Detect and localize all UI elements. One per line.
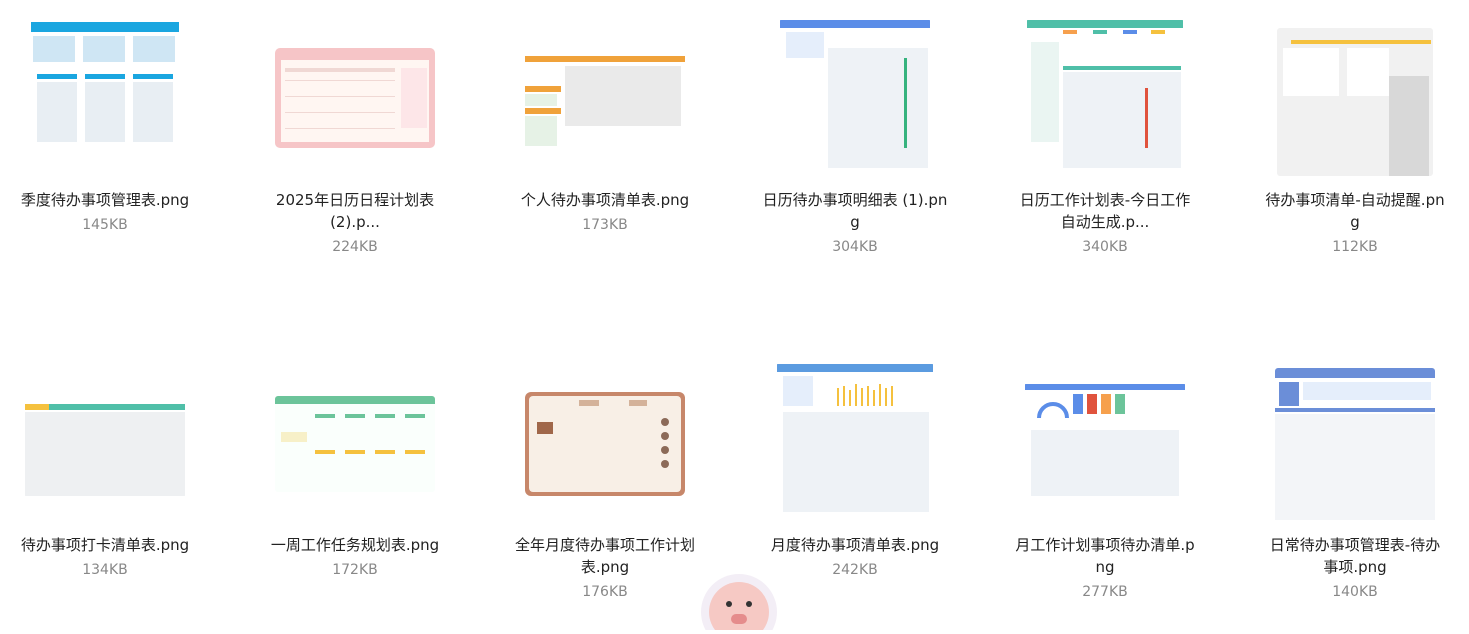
- file-thumbnail[interactable]: [777, 362, 933, 522]
- file-size: 134KB: [82, 562, 128, 578]
- blue-monthly-chart-thumbnail: [777, 362, 933, 522]
- file-size: 140KB: [1332, 584, 1378, 600]
- file-item[interactable]: [0, 18, 210, 248]
- file-name: 个人待办事项清单表.png: [520, 191, 690, 209]
- file-name: 一周工作任务规划表.png: [270, 536, 440, 554]
- blue-daily-thumbnail: [1275, 368, 1435, 524]
- checkin-sheet-thumbnail: [25, 382, 185, 498]
- file-size: 112KB: [1332, 239, 1378, 255]
- file-thumbnail[interactable]: [780, 18, 930, 174]
- file-size: 224KB: [332, 239, 378, 255]
- file-thumbnail[interactable]: [25, 18, 185, 148]
- file-thumbnail[interactable]: [525, 392, 685, 496]
- file-name: 月工作计划事项待办清单.p ng: [1015, 536, 1195, 576]
- gray-reminder-thumbnail: [1277, 28, 1433, 176]
- file-thumbnail[interactable]: [25, 382, 185, 498]
- file-name: 日历待办事项明细表 (1).pn g: [762, 191, 948, 231]
- file-size: 145KB: [82, 217, 128, 233]
- file-thumbnail[interactable]: [275, 396, 435, 492]
- file-size: 340KB: [1082, 239, 1128, 255]
- file-thumbnail[interactable]: [1025, 382, 1185, 498]
- file-name: 待办事项打卡清单表.png: [20, 536, 190, 554]
- file-thumbnail[interactable]: [525, 46, 685, 150]
- file-name: 月度待办事项清单表.png: [770, 536, 940, 554]
- file-size: 173KB: [582, 217, 628, 233]
- file-thumbnail[interactable]: [1277, 28, 1433, 176]
- file-name: 待办事项清单-自动提醒.pn g: [1265, 191, 1445, 231]
- file-name: 2025年日历日程计划表 (2).p...: [275, 191, 435, 231]
- file-size: 176KB: [582, 584, 628, 600]
- pink-planner-thumbnail: [275, 48, 435, 148]
- orange-list-thumbnail: [525, 46, 685, 150]
- file-size: 277KB: [1082, 584, 1128, 600]
- brown-monthly-thumbnail: [525, 392, 685, 496]
- file-item[interactable]: [500, 18, 710, 248]
- file-size: 172KB: [332, 562, 378, 578]
- file-thumbnail[interactable]: [275, 48, 435, 148]
- file-size: 304KB: [832, 239, 878, 255]
- file-thumbnail[interactable]: [1275, 368, 1435, 524]
- blue-gauge-thumbnail: [1025, 382, 1185, 498]
- green-week-thumbnail: [275, 396, 435, 492]
- file-grid: 季度待办事项管理表.png 145KB 2025年日历日程计划表 (2).p...…: [0, 0, 1469, 616]
- assistant-mascot-icon[interactable]: [696, 570, 782, 634]
- file-name: 日历工作计划表-今日工作 自动生成.p...: [1019, 191, 1191, 231]
- file-name: 日常待办事项管理表-待办 事项.png: [1269, 536, 1441, 576]
- file-name: 全年月度待办事项工作计划 表.png: [514, 536, 695, 576]
- blue-calendar-thumbnail: [25, 18, 185, 148]
- teal-dashboard-thumbnail: [1027, 18, 1183, 174]
- file-name: 季度待办事项管理表.png: [20, 191, 190, 209]
- file-thumbnail[interactable]: [1027, 18, 1183, 174]
- blue-detail-thumbnail: [780, 18, 930, 174]
